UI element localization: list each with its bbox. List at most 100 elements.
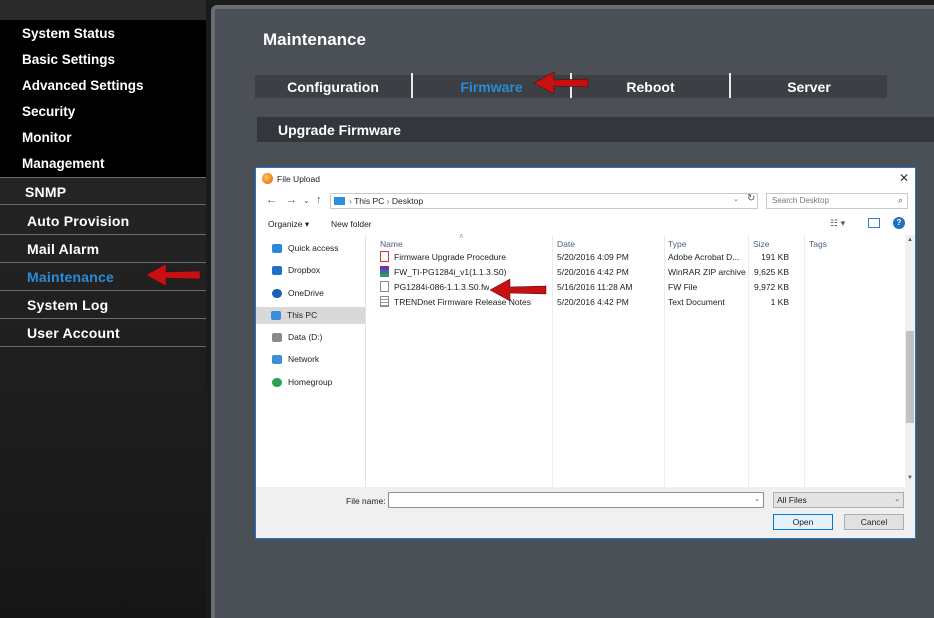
- file-size: 191 KB: [761, 252, 789, 262]
- nav-item-network[interactable]: Network: [272, 351, 364, 368]
- recent-dropdown-icon[interactable]: ⌄: [303, 196, 310, 205]
- refresh-icon[interactable]: ↻: [747, 193, 755, 204]
- sidebar-main-menu: System Status Basic Settings Advanced Se…: [0, 20, 206, 177]
- back-arrow-icon[interactable]: ←: [266, 194, 277, 206]
- network-icon: [272, 355, 282, 364]
- new-folder-button[interactable]: New folder: [331, 219, 372, 229]
- column-header-date[interactable]: Date: [557, 239, 575, 249]
- sort-chevron-icon: ˄: [459, 232, 464, 241]
- scroll-down-icon[interactable]: ▼: [907, 475, 913, 481]
- nav-item-label: This PC: [287, 310, 318, 320]
- column-header-tags[interactable]: Tags: [809, 239, 827, 249]
- address-dropdown-icon[interactable]: ⌄: [733, 195, 739, 203]
- dialog-footer: File name: ⌄ All Files ⌄ Open Cancel: [256, 487, 915, 538]
- open-button[interactable]: Open: [773, 514, 833, 530]
- forward-arrow-icon[interactable]: →: [286, 194, 297, 206]
- drive-icon: [272, 333, 282, 342]
- file-date: 5/16/2016 11:28 AM: [557, 282, 633, 292]
- scroll-up-icon[interactable]: ▲: [907, 237, 913, 243]
- sidebar-item-mail-alarm[interactable]: Mail Alarm: [0, 235, 206, 263]
- nav-item-data-drive[interactable]: Data (D:): [272, 329, 364, 346]
- column-header-type[interactable]: Type: [668, 239, 686, 249]
- file-type: WinRAR ZIP archive: [668, 267, 746, 277]
- file-size: 9,625 KB: [754, 267, 789, 277]
- file-row[interactable]: Firmware Upgrade Procedure 5/20/2016 4:0…: [376, 250, 906, 265]
- vertical-scrollbar[interactable]: ▲ ▼: [905, 235, 915, 487]
- nav-item-label: Network: [288, 354, 320, 364]
- nav-item-homegroup[interactable]: Homegroup: [272, 374, 364, 391]
- sidebar-item-management[interactable]: Management: [22, 156, 105, 171]
- file-row[interactable]: FW_TI-PG1284i_v1(1.1.3.S0) 5/20/2016 4:4…: [376, 265, 906, 280]
- nav-item-label: OneDrive: [288, 288, 324, 298]
- file-type-filter[interactable]: All Files ⌄: [773, 492, 904, 508]
- navigation-pane: Quick access Dropbox OneDrive This PC Da…: [256, 235, 366, 487]
- command-bar: Organize ▾ New folder ☷ ▾ ?: [256, 213, 915, 235]
- address-path: › This PC › Desktop: [349, 196, 424, 206]
- tab-reboot[interactable]: Reboot: [572, 75, 729, 98]
- scrollbar-thumb[interactable]: [906, 331, 914, 423]
- file-type: Text Document: [668, 297, 725, 307]
- file-row[interactable]: TRENDnet Firmware Release Notes 5/20/201…: [376, 295, 906, 310]
- file-icon: [380, 281, 389, 292]
- file-name-input[interactable]: ⌄: [388, 492, 764, 508]
- sidebar-item-system-log[interactable]: System Log: [0, 291, 206, 319]
- file-type: Adobe Acrobat D...: [668, 252, 740, 262]
- address-row: ← → ⌄ ↑ › This PC › Desktop ⌄ ↻ Search D…: [256, 190, 915, 212]
- pdf-icon: [380, 251, 389, 262]
- search-placeholder: Search Desktop: [772, 196, 829, 205]
- file-row[interactable]: PG1284i-086-1.1.3.S0.fw 5/16/2016 11:28 …: [376, 280, 906, 295]
- file-date: 5/20/2016 4:42 PM: [557, 297, 629, 307]
- sidebar-item-security[interactable]: Security: [22, 104, 75, 119]
- organize-button[interactable]: Organize ▾: [268, 219, 309, 230]
- sidebar-item-snmp[interactable]: SNMP: [0, 177, 206, 205]
- tab-server[interactable]: Server: [731, 75, 887, 98]
- close-icon[interactable]: ✕: [899, 171, 909, 185]
- search-input[interactable]: Search Desktop ⌕: [766, 193, 908, 209]
- nav-item-this-pc[interactable]: This PC: [256, 307, 365, 324]
- sidebar-item-basic-settings[interactable]: Basic Settings: [22, 52, 115, 67]
- sidebar: System Status Basic Settings Advanced Se…: [0, 0, 206, 618]
- nav-item-label: Dropbox: [288, 265, 321, 275]
- chevron-down-icon[interactable]: ⌄: [754, 495, 760, 503]
- address-bar[interactable]: › This PC › Desktop: [330, 193, 758, 209]
- tab-configuration[interactable]: Configuration: [255, 75, 411, 98]
- file-size: 1 KB: [770, 297, 789, 307]
- file-name: Firmware Upgrade Procedure: [394, 252, 506, 262]
- star-icon: [272, 244, 282, 253]
- nav-item-onedrive[interactable]: OneDrive: [272, 285, 364, 302]
- address-part-desktop[interactable]: Desktop: [392, 196, 423, 206]
- nav-item-label: Quick access: [288, 243, 339, 253]
- nav-item-label: Data (D:): [288, 332, 323, 342]
- file-upload-dialog: File Upload ✕ ← → ⌄ ↑ › This PC › Deskto…: [255, 167, 916, 539]
- annotation-arrow-icon: [489, 278, 547, 302]
- file-date: 5/20/2016 4:42 PM: [557, 267, 629, 277]
- section-title: Upgrade Firmware: [278, 122, 401, 138]
- sidebar-item-monitor[interactable]: Monitor: [22, 130, 72, 145]
- search-icon: ⌕: [897, 195, 903, 205]
- column-header-size[interactable]: Size: [753, 239, 770, 249]
- nav-item-label: Homegroup: [288, 377, 333, 387]
- cloud-icon: [272, 289, 282, 298]
- nav-item-quick-access[interactable]: Quick access: [272, 240, 364, 257]
- help-icon[interactable]: ?: [893, 217, 905, 229]
- column-header-name[interactable]: Name: [380, 239, 403, 249]
- cancel-button[interactable]: Cancel: [844, 514, 904, 530]
- sidebar-item-advanced-settings[interactable]: Advanced Settings: [22, 78, 144, 93]
- computer-icon: [271, 311, 281, 320]
- homegroup-icon: [272, 378, 282, 387]
- file-date: 5/20/2016 4:09 PM: [557, 252, 629, 262]
- address-part-this-pc[interactable]: This PC: [354, 196, 384, 206]
- nav-item-dropbox[interactable]: Dropbox: [272, 262, 364, 279]
- sidebar-item-system-status[interactable]: System Status: [22, 26, 115, 41]
- file-name-label: File name:: [346, 496, 386, 506]
- file-type: FW File: [668, 282, 698, 292]
- up-arrow-icon[interactable]: ↑: [316, 194, 322, 206]
- view-options-icon[interactable]: ☷ ▾: [830, 218, 845, 229]
- sidebar-item-auto-provision[interactable]: Auto Provision: [0, 207, 206, 235]
- chevron-down-icon[interactable]: ⌄: [894, 495, 900, 503]
- page-title: Maintenance: [263, 30, 366, 49]
- file-list: Name ˄ Date Type Size Tags Firmware Upgr…: [376, 232, 906, 487]
- dialog-title: File Upload: [277, 174, 320, 184]
- sidebar-item-user-account[interactable]: User Account: [0, 319, 206, 347]
- preview-pane-icon[interactable]: [868, 218, 880, 228]
